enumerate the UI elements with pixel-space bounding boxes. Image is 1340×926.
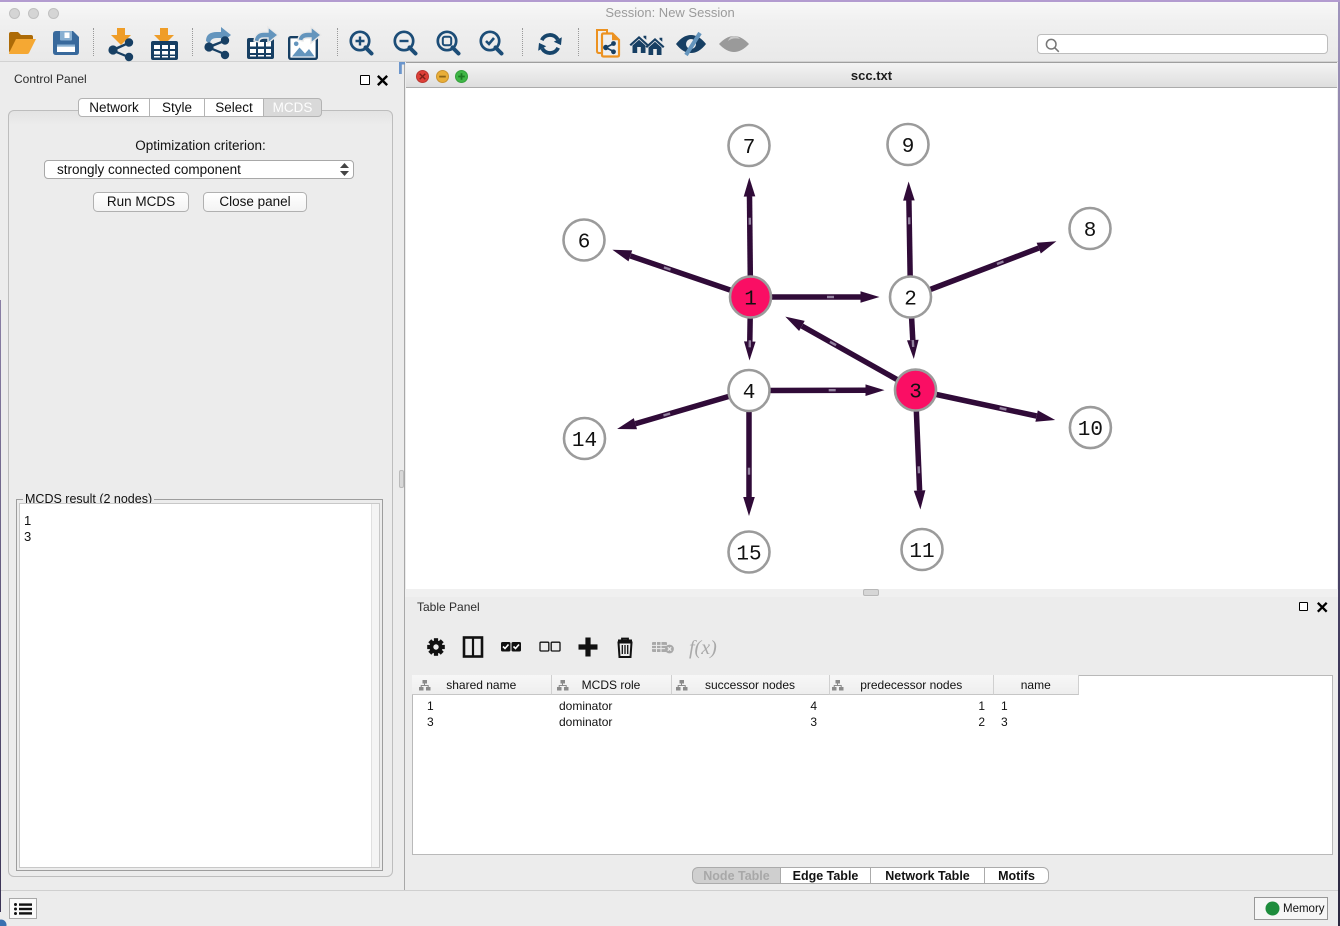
svg-text:11: 11 [909, 541, 934, 564]
svg-text:3: 3 [909, 382, 922, 405]
svg-text:14: 14 [572, 430, 597, 453]
svg-text:10: 10 [1078, 419, 1103, 442]
svg-text:6: 6 [578, 232, 591, 255]
svg-text:f(x): f(x) [689, 637, 717, 659]
svg-text:2: 2 [904, 289, 917, 312]
svg-text:4: 4 [743, 382, 756, 405]
svg-text:15: 15 [736, 544, 761, 567]
svg-text:8: 8 [1084, 220, 1097, 243]
svg-text:9: 9 [902, 136, 915, 159]
svg-text:1: 1 [744, 289, 757, 312]
svg-text:7: 7 [743, 137, 756, 160]
